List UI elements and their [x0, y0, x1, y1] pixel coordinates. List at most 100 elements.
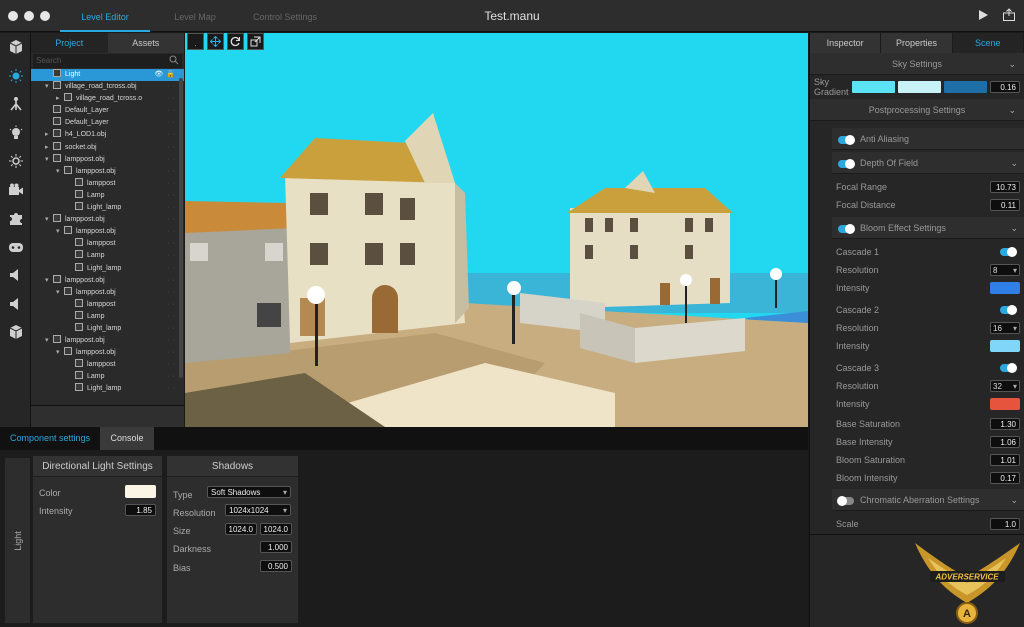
maximize-window-button[interactable] [40, 11, 50, 21]
cascade-2-resolution-select[interactable]: 16 [990, 322, 1020, 334]
sky-gradient-color-2[interactable] [898, 81, 941, 93]
visibility-lock-icons[interactable]: ·· [167, 371, 178, 383]
visibility-lock-icons[interactable]: ·· [167, 335, 178, 347]
cascade-1-toggle[interactable] [1000, 247, 1017, 257]
visibility-lock-icons[interactable]: ·· [167, 93, 178, 105]
chevron-down-icon[interactable]: ▾ [45, 275, 53, 287]
chevron-right-icon[interactable]: ▸ [45, 129, 53, 141]
sound-tool-button[interactable] [0, 261, 31, 290]
tree-item[interactable]: Light_lamp ·· [31, 322, 184, 335]
sky-settings-header[interactable]: Sky Settings ⌄ [810, 53, 1024, 75]
tree-item[interactable]: ▸ village_road_tcross.o ·· [31, 93, 184, 105]
tree-item[interactable]: ▸ socket.obj ·· [31, 141, 184, 154]
tree-item[interactable]: lamppost ·· [31, 359, 184, 371]
export-icon[interactable] [1002, 8, 1016, 24]
tab-scene[interactable]: Scene [952, 33, 1024, 53]
chevron-down-icon[interactable]: ▾ [45, 81, 53, 93]
visibility-lock-icons[interactable]: ·· [167, 263, 178, 275]
tree-item[interactable]: lamppost ·· [31, 298, 184, 311]
cascade-2-intensity-color[interactable] [990, 340, 1020, 352]
tab-inspector[interactable]: Inspector [810, 33, 882, 53]
box-tool-button[interactable] [0, 318, 31, 347]
tree-item[interactable]: Default_Layer ·· [31, 117, 184, 129]
chevron-down-icon[interactable]: ▾ [45, 214, 53, 226]
tree-item[interactable]: ▾ lamppost.obj ·· [31, 226, 184, 238]
chevron-down-icon[interactable]: ▾ [56, 287, 64, 299]
tab-project[interactable]: Project [31, 33, 108, 53]
visibility-lock-icons[interactable]: ·· [167, 105, 178, 117]
base-intensity-input[interactable]: 1.06 [990, 436, 1020, 448]
chromatic-aberration-row[interactable]: Chromatic Aberration Settings ⌄ [832, 489, 1024, 511]
tree-item[interactable]: ▾ lamppost.obj ·· [31, 335, 184, 347]
tree-item[interactable]: Lamp ·· [31, 189, 184, 202]
focal-distance-input[interactable]: 0.11 [990, 199, 1020, 211]
visibility-lock-icons[interactable]: ·· [167, 178, 178, 190]
tree-scrollbar[interactable] [179, 78, 183, 378]
play-icon[interactable] [976, 8, 990, 24]
depth-of-field-toggle[interactable] [838, 158, 855, 169]
tree-item[interactable]: Light_lamp ·· [31, 202, 184, 214]
visibility-lock-icons[interactable]: 👁🔒 [154, 69, 178, 81]
chevron-down-icon[interactable]: ▾ [56, 347, 64, 359]
rotate-tool-button[interactable] [227, 33, 244, 50]
visibility-lock-icons[interactable]: ·· [167, 287, 178, 299]
anti-aliasing-row[interactable]: Anti Aliasing [832, 128, 1024, 150]
visibility-lock-icons[interactable]: ·· [167, 214, 178, 226]
tab-level-editor[interactable]: Level Editor [60, 0, 150, 32]
cascade-3-toggle[interactable] [1000, 363, 1017, 373]
sky-gradient-input[interactable]: 0.16 [990, 81, 1020, 93]
visibility-lock-icons[interactable]: ·· [167, 383, 178, 395]
anti-aliasing-toggle[interactable] [838, 134, 855, 145]
shadow-size-width-input[interactable]: 1024.0 [225, 523, 257, 535]
tree-item[interactable]: Default_Layer ·· [31, 105, 184, 117]
shadow-type-select[interactable]: Soft Shadows [207, 486, 291, 498]
tab-component-settings[interactable]: Component settings [0, 427, 100, 450]
visibility-lock-icons[interactable]: ·· [167, 359, 178, 371]
chromatic-aberration-toggle[interactable] [837, 495, 854, 506]
visibility-lock-icons[interactable]: ·· [167, 190, 178, 202]
visibility-lock-icons[interactable]: ·· [167, 166, 178, 178]
bloom-saturation-input[interactable]: 1.01 [990, 454, 1020, 466]
visibility-lock-icons[interactable]: ·· [167, 275, 178, 287]
tree-item[interactable]: Light_lamp ·· [31, 383, 184, 395]
visibility-lock-icons[interactable]: ·· [167, 347, 178, 359]
visibility-lock-icons[interactable]: ·· [167, 311, 178, 323]
tree-item[interactable]: lamppost ·· [31, 177, 184, 190]
visibility-lock-icons[interactable]: ·· [167, 81, 178, 93]
tree-item[interactable]: Lamp ·· [31, 310, 184, 323]
tab-control-settings[interactable]: Control Settings [240, 0, 330, 32]
light-color-swatch[interactable] [125, 485, 156, 498]
sky-gradient-color-1[interactable] [852, 81, 895, 93]
chevron-down-icon[interactable]: ▾ [45, 335, 53, 347]
chevron-down-icon[interactable]: ▾ [56, 166, 64, 178]
tab-console[interactable]: Console [100, 427, 154, 450]
tree-item[interactable]: ▾ lamppost.obj ·· [31, 153, 184, 166]
visibility-lock-icons[interactable]: ·· [167, 142, 178, 154]
cascade-3-intensity-color[interactable] [990, 398, 1020, 410]
tree-item[interactable]: ▾ lamppost.obj ·· [31, 286, 184, 299]
light-tool-button[interactable] [0, 62, 31, 91]
visibility-lock-icons[interactable]: ·· [167, 250, 178, 262]
camera-tool-button[interactable] [0, 176, 31, 205]
sky-gradient-color-3[interactable] [944, 81, 987, 93]
shadow-darkness-input[interactable]: 1.000 [260, 541, 292, 553]
visibility-lock-icons[interactable]: ·· [167, 117, 178, 129]
move-tool-button[interactable] [207, 33, 224, 50]
visibility-lock-icons[interactable]: ·· [167, 226, 178, 238]
shadow-bias-input[interactable]: 0.500 [260, 560, 292, 572]
scene-viewport[interactable] [185, 33, 808, 427]
cascade-2-toggle[interactable] [1000, 305, 1017, 315]
visibility-lock-icons[interactable]: ·· [167, 238, 178, 250]
tree-item[interactable]: lamppost ·· [31, 238, 184, 250]
minimize-window-button[interactable] [24, 11, 34, 21]
base-saturation-input[interactable]: 1.30 [990, 418, 1020, 430]
focal-range-input[interactable]: 10.73 [990, 181, 1020, 193]
cube-tool-button[interactable] [0, 33, 31, 62]
tree-item[interactable]: ▾ village_road_tcross.obj ·· [31, 81, 184, 93]
tree-item[interactable]: Lamp ·· [31, 371, 184, 383]
tree-item[interactable]: ▸ h4_LOD1.obj ·· [31, 129, 184, 141]
tree-item[interactable]: Light_lamp ·· [31, 262, 184, 275]
chevron-down-icon[interactable]: ▾ [56, 226, 64, 238]
sun-tool-button[interactable] [0, 147, 31, 176]
tree-item[interactable]: Lamp ·· [31, 250, 184, 262]
